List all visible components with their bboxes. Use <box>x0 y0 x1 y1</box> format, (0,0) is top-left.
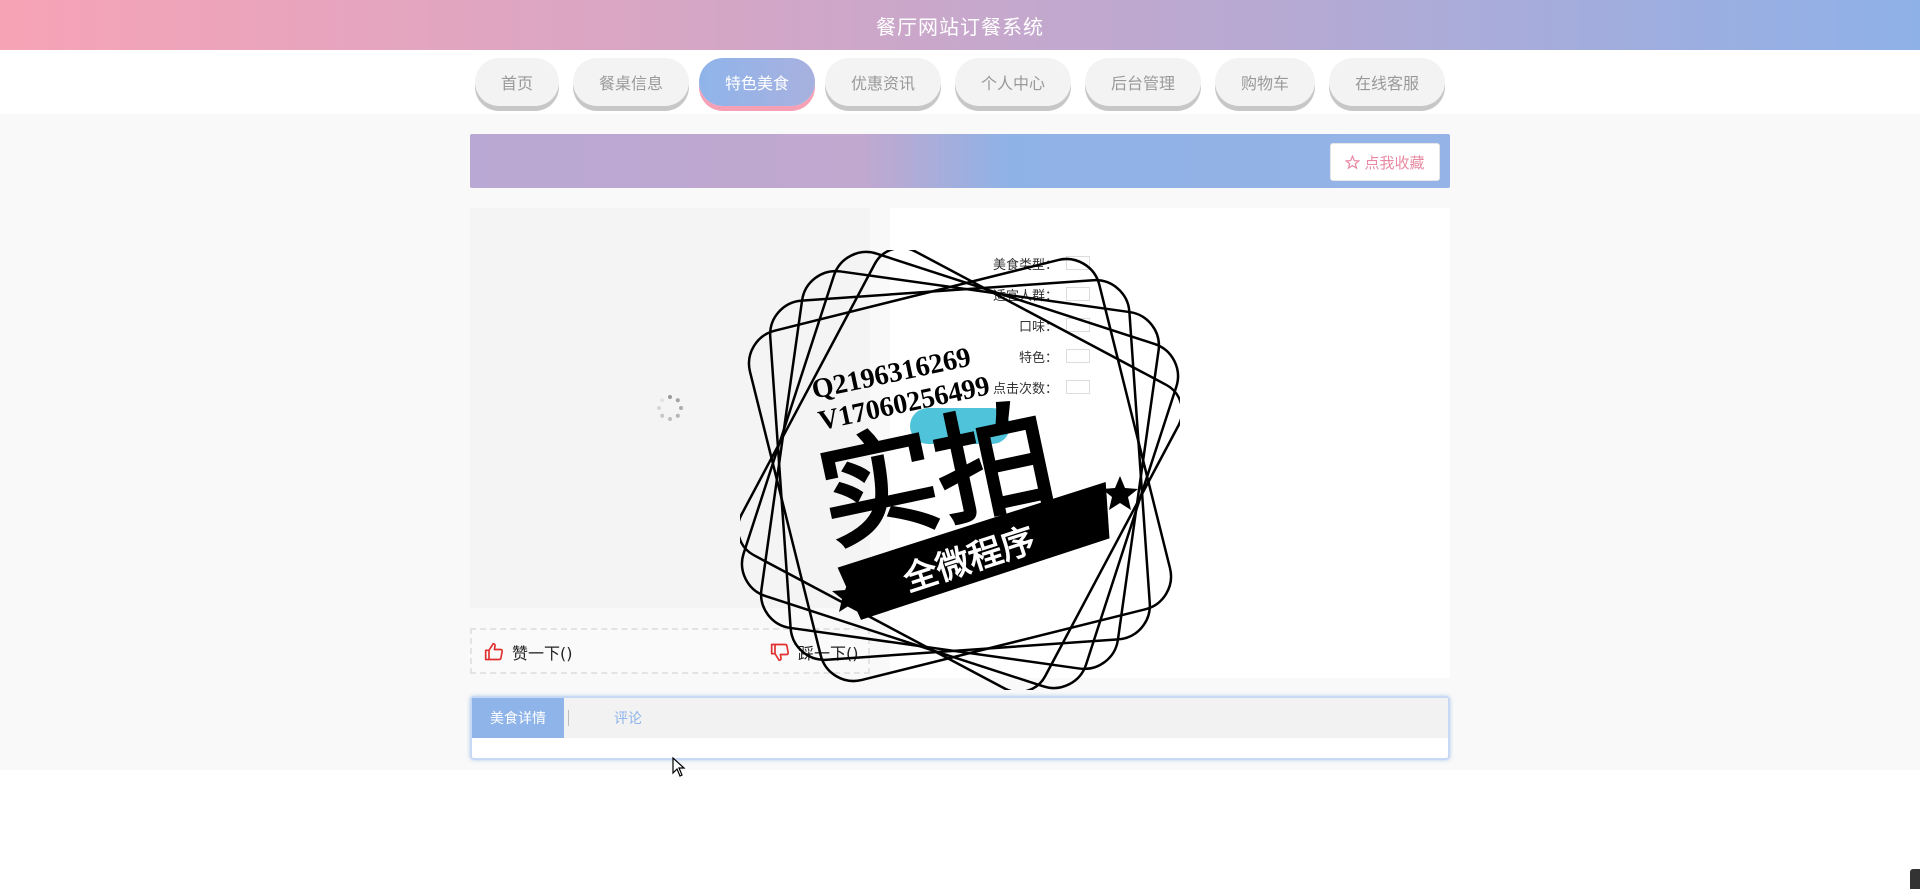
detail-banner: 点我收藏 <box>470 134 1450 188</box>
tab-comments[interactable]: 评论 <box>588 698 668 738</box>
nav-item-admin[interactable]: 后台管理 <box>1085 58 1201 106</box>
loading-spinner-icon <box>657 395 683 421</box>
favorite-button[interactable]: 点我收藏 <box>1330 143 1440 181</box>
nav-item-cart[interactable]: 购物车 <box>1215 58 1315 106</box>
site-header: 餐厅网站订餐系统 <box>0 0 1920 50</box>
nav-item-home[interactable]: 首页 <box>475 58 559 106</box>
tab-food-detail[interactable]: 美食详情 <box>472 698 564 738</box>
corner-widget <box>1910 869 1920 889</box>
thumbs-up-icon <box>484 642 504 661</box>
nav-item-profile[interactable]: 个人中心 <box>955 58 1071 106</box>
star-icon <box>1102 476 1138 510</box>
nav-item-specialty[interactable]: 特色美食 <box>699 58 815 106</box>
like-button[interactable]: 赞一下() <box>484 640 573 664</box>
detail-tabs: 美食详情 评论 <box>470 696 1450 760</box>
nav-item-tables[interactable]: 餐桌信息 <box>573 58 689 106</box>
nav-item-promotions[interactable]: 优惠资讯 <box>825 58 941 106</box>
site-title: 餐厅网站订餐系统 <box>876 14 1044 39</box>
tab-bar: 美食详情 评论 <box>472 698 1448 738</box>
nav-item-support[interactable]: 在线客服 <box>1329 58 1445 106</box>
like-label: 赞一下() <box>512 644 573 663</box>
main-nav: 首页 餐桌信息 特色美食 优惠资讯 个人中心 后台管理 购物车 在线客服 <box>0 50 1920 114</box>
star-outline-icon <box>1345 154 1361 170</box>
tab-divider <box>568 710 569 726</box>
watermark-stamp: Q2196316269 V17060256499 实拍 全微程序 <box>740 250 1180 690</box>
mouse-cursor-icon <box>672 757 686 777</box>
favorite-label: 点我收藏 <box>1364 153 1425 172</box>
